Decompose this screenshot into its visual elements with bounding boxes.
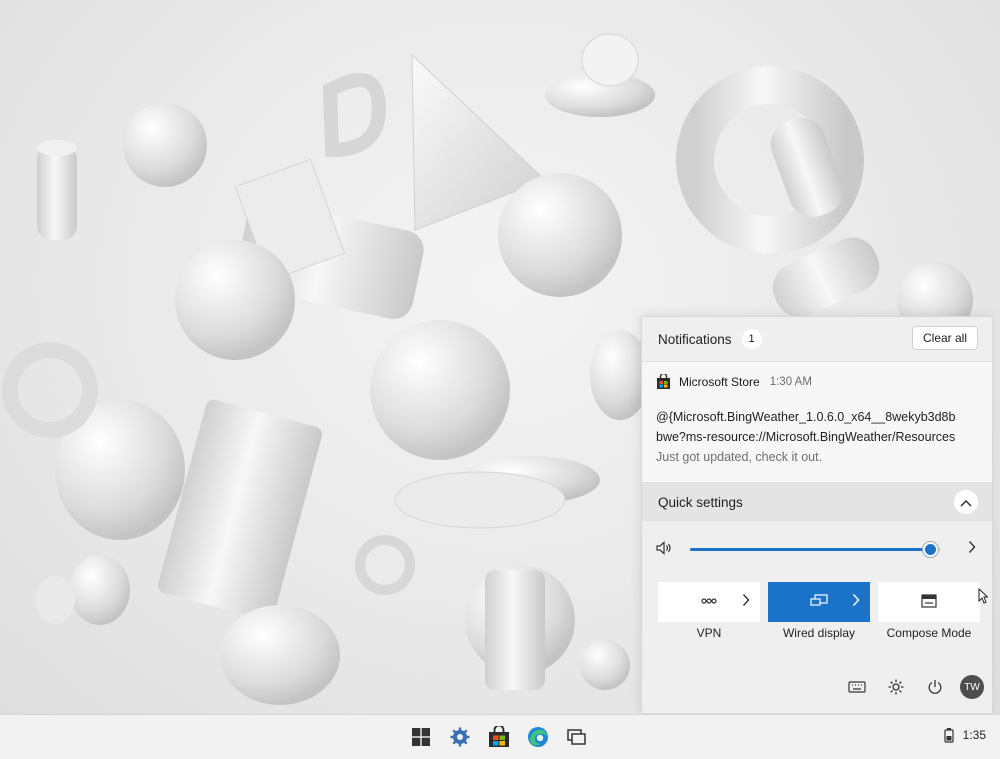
notifications-header: Notifications 1 Clear all — [642, 317, 992, 361]
edge-browser-icon[interactable] — [526, 725, 550, 749]
vpn-tile-label: VPN — [696, 626, 722, 640]
taskbar-clock[interactable]: 1:35 — [963, 728, 986, 742]
action-center-panel: Notifications 1 Clear all Microsoft Stor… — [641, 316, 993, 714]
user-avatar[interactable]: TW — [960, 675, 984, 699]
compose-mode-tile-label: Compose Mode — [886, 626, 972, 640]
quick-settings-footer: TW — [642, 663, 992, 713]
microsoft-store-icon[interactable] — [487, 725, 511, 749]
compose-mode-tile[interactable] — [878, 582, 980, 622]
microsoft-store-icon — [656, 372, 671, 389]
notifications-title: Notifications — [658, 331, 732, 347]
settings-gear-icon[interactable] — [885, 676, 907, 698]
quick-settings-tiles: VPN Wired display Compose Mode — [658, 582, 989, 642]
quick-settings-header: Quick settings — [642, 483, 992, 521]
quick-settings-collapse-button[interactable] — [954, 490, 978, 514]
vpn-icon — [701, 595, 717, 610]
notification-body-line-1: @{Microsoft.BingWeather_1.0.6.0_x64__8we… — [656, 410, 956, 424]
power-icon[interactable] — [924, 676, 946, 698]
volume-slider[interactable] — [690, 542, 940, 557]
clear-all-button[interactable]: Clear all — [911, 326, 978, 350]
notification-app-name: Microsoft Store — [679, 374, 760, 389]
notification-card[interactable]: Microsoft Store 1:30 AM @{Microsoft.Bing… — [642, 361, 992, 483]
notifications-count-badge: 1 — [741, 329, 762, 349]
notification-subtext: Just got updated, check it out. — [656, 450, 823, 464]
chevron-right-icon[interactable] — [852, 593, 860, 610]
chevron-up-icon — [960, 495, 972, 510]
wired-display-icon — [810, 593, 828, 611]
volume-slider-fill — [690, 548, 930, 551]
notification-body-line-2: bwe?ms-resource://Microsoft.BingWeather/… — [656, 430, 956, 444]
battery-icon[interactable] — [944, 727, 954, 746]
keyboard-icon[interactable] — [846, 676, 868, 698]
chevron-right-icon[interactable] — [742, 593, 750, 610]
chevron-right-icon[interactable] — [968, 540, 976, 557]
wired-display-tile[interactable] — [768, 582, 870, 622]
vpn-tile[interactable] — [658, 582, 760, 622]
settings-gear-icon[interactable] — [448, 725, 472, 749]
volume-slider-thumb[interactable] — [923, 542, 938, 557]
quick-settings-title: Quick settings — [658, 494, 743, 510]
compose-mode-icon — [921, 593, 937, 611]
wired-display-tile-label: Wired display — [782, 626, 856, 640]
notification-app-row: Microsoft Store 1:30 AM — [656, 372, 978, 389]
mouse-cursor-icon — [978, 587, 989, 607]
speaker-icon[interactable] — [656, 540, 674, 558]
windows-start-icon[interactable] — [409, 725, 433, 749]
notification-time: 1:30 AM — [769, 375, 812, 388]
taskbar: 1:35 — [0, 714, 1000, 759]
volume-row — [642, 532, 992, 566]
task-view-icon[interactable] — [565, 725, 589, 749]
